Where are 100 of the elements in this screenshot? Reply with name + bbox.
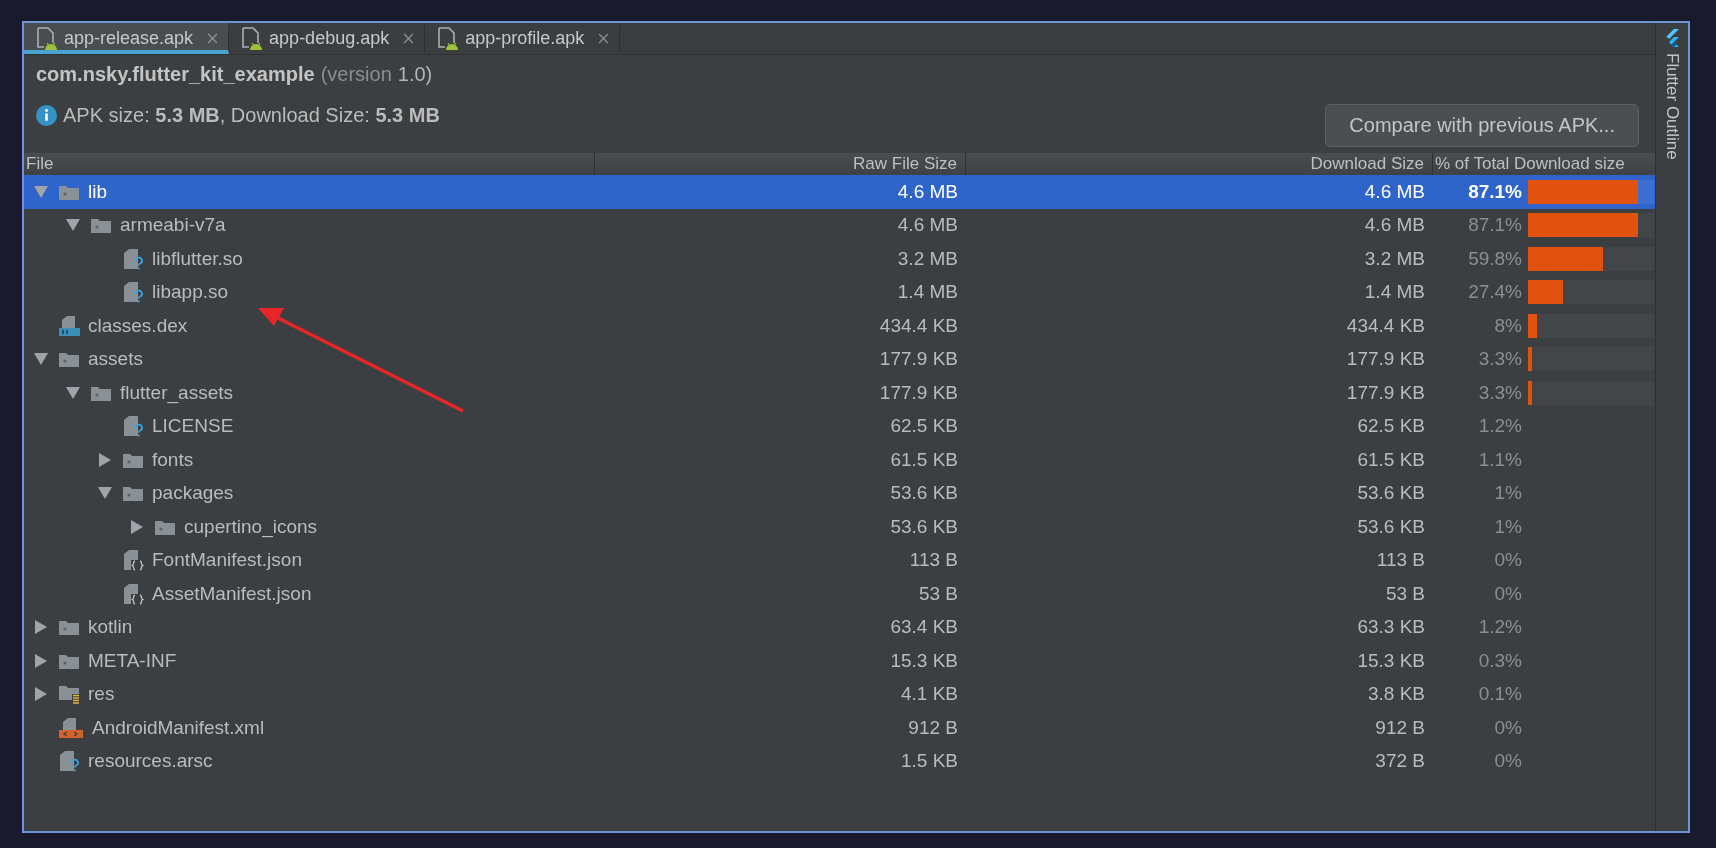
raw-size: 4.6 MB [897,180,958,202]
download-size: 61.5 KB [1357,448,1425,470]
dex-file-icon [58,314,80,337]
percent-value: 27.4% [1468,281,1522,303]
percent-value: 0% [1494,750,1522,772]
table-row[interactable]: libflutter.so 3.2 MB 3.2 MB 59.8% [24,242,1655,276]
table-row[interactable]: META-INF 15.3 KB 15.3 KB 0.3% [24,644,1655,678]
column-header[interactable]: % of Total Download size [1433,153,1655,175]
download-size: 63.3 KB [1357,616,1425,638]
download-size: 177.9 KB [1346,348,1425,370]
file-name: res [88,683,115,706]
table-row[interactable]: kotlin 63.4 KB 63.3 KB 1.2% [24,610,1655,644]
expand-arrow-icon[interactable] [34,620,48,635]
collapse-arrow-icon[interactable] [98,487,112,500]
raw-size: 3.2 MB [897,247,958,269]
compare-button[interactable]: Compare with previous APK... [1325,104,1639,147]
collapse-arrow-icon[interactable] [34,353,48,366]
raw-size: 4.1 KB [900,683,958,705]
download-size: 912 B [1375,716,1425,738]
percent-value: 59.8% [1468,247,1522,269]
file-name: packages [152,482,234,505]
download-size: 3.8 KB [1367,683,1425,705]
raw-size: 1.5 KB [900,750,958,772]
table-row[interactable]: AndroidManifest.xml 912 B 912 B 0% [24,711,1655,745]
raw-size: 53.6 KB [890,482,958,504]
table-row[interactable]: armeabi-v7a 4.6 MB 4.6 MB 87.1% [24,208,1655,242]
percent-value: 3.3% [1478,381,1522,403]
android-file-icon [241,26,264,51]
download-size: 53.6 KB [1357,515,1425,537]
table-row[interactable]: resources.arsc 1.5 KB 372 B 0% [24,744,1655,778]
table-row[interactable]: assets 177.9 KB 177.9 KB 3.3% [24,342,1655,376]
percent-value: 0% [1494,549,1522,571]
table-row[interactable]: FontManifest.json 113 B 113 B 0% [24,543,1655,577]
table-row[interactable]: cupertino_icons 53.6 KB 53.6 KB 1% [24,510,1655,544]
file-name: fonts [152,448,194,471]
percent-value: 8% [1494,314,1522,336]
file-name: classes.dex [88,314,188,337]
expand-arrow-icon[interactable] [130,519,144,534]
download-size: 62.5 KB [1357,415,1425,437]
percent-value: 1% [1494,515,1522,537]
info-icon [36,105,57,126]
folder-icon [58,618,80,637]
collapse-arrow-icon[interactable] [66,386,80,399]
table-row[interactable]: lib 4.6 MB 4.6 MB 87.1% [24,175,1655,209]
table-row[interactable]: flutter_assets 177.9 KB 177.9 KB 3.3% [24,376,1655,410]
download-size: 177.9 KB [1346,381,1425,403]
raw-size: 53.6 KB [890,515,958,537]
file-name: lib [88,180,107,203]
download-size: 53 B [1385,582,1425,604]
resource-folder-icon [58,684,80,705]
table-row[interactable]: classes.dex 434.4 KB 434.4 KB 8% [24,309,1655,343]
file-name: libflutter.so [152,247,243,270]
file-name: LICENSE [152,415,234,438]
raw-size: 61.5 KB [890,448,958,470]
table-row[interactable]: LICENSE 62.5 KB 62.5 KB 1.2% [24,409,1655,443]
file-name: AndroidManifest.xml [92,716,265,739]
android-file-icon [36,26,58,51]
side-panel-tab[interactable]: Flutter Outline [1662,23,1682,831]
file-name: flutter_assets [120,381,233,404]
download-size: 4.6 MB [1364,180,1425,202]
download-size: 3.2 MB [1364,247,1425,269]
percent-value: 1% [1494,482,1522,504]
close-icon[interactable] [598,33,610,44]
table-row[interactable]: libapp.so 1.4 MB 1.4 MB 27.4% [24,275,1655,309]
file-name: libapp.so [152,281,229,304]
folder-icon [122,484,144,503]
table-row[interactable]: fonts 61.5 KB 61.5 KB 1.1% [24,443,1655,477]
collapse-arrow-icon[interactable] [66,219,80,232]
json-file-icon [122,549,144,572]
unknown-file-icon [122,247,144,270]
table-row[interactable]: AssetManifest.json 53 B 53 B 0% [24,577,1655,611]
expand-arrow-icon[interactable] [34,653,48,668]
expand-arrow-icon[interactable] [34,687,48,702]
raw-size: 912 B [908,716,958,738]
unknown-file-icon [122,281,144,304]
apk-size-summary: APK size: 5.3 MB, Download Size: 5.3 MB [63,104,440,127]
file-name: FontManifest.json [152,549,302,572]
file-tab[interactable]: app-release.apk [24,23,230,54]
file-name: resources.arsc [88,750,213,773]
raw-size: 177.9 KB [879,348,958,370]
raw-size: 1.4 MB [897,281,958,303]
raw-size: 62.5 KB [890,415,958,437]
table-row[interactable]: packages 53.6 KB 53.6 KB 1% [24,476,1655,510]
download-size: 113 B [1376,549,1425,571]
raw-size: 177.9 KB [879,381,958,403]
folder-icon [90,216,112,235]
download-size: 372 B [1375,750,1425,772]
download-size: 4.6 MB [1364,214,1425,236]
close-icon[interactable] [207,33,219,44]
close-icon[interactable] [403,33,415,44]
download-size: 53.6 KB [1357,482,1425,504]
download-size: 1.4 MB [1364,281,1425,303]
table-row[interactable]: res 4.1 KB 3.8 KB 0.1% [24,677,1655,711]
percent-value: 0% [1494,716,1522,738]
percent-value: 3.3% [1478,348,1522,370]
raw-size: 53 B [918,582,958,604]
file-name: kotlin [88,616,133,639]
expand-arrow-icon[interactable] [98,452,112,467]
raw-size: 15.3 KB [890,649,958,671]
json-file-icon [122,582,144,605]
